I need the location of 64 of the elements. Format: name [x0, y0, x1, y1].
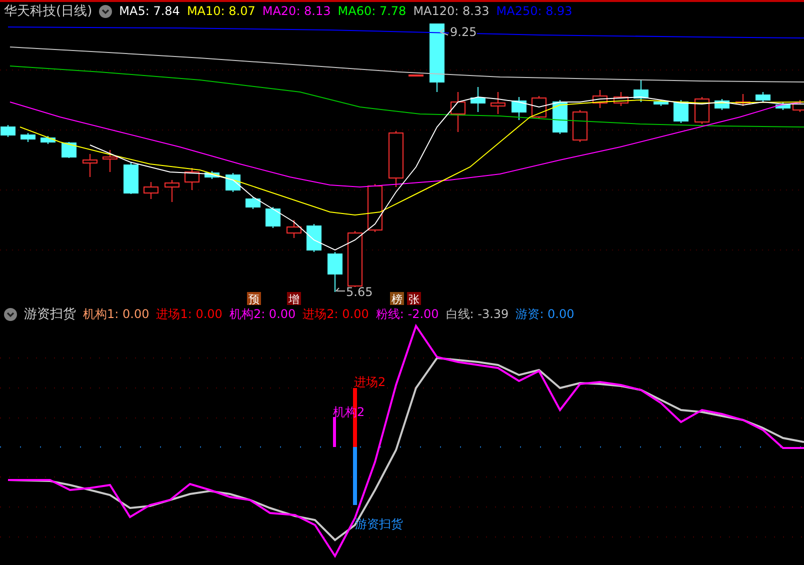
signal-tag: 预	[247, 292, 261, 305]
chart-label: 游资扫货	[355, 517, 403, 531]
ma-value: MA250: 8.93	[496, 4, 572, 18]
signal-tag: 榜	[390, 292, 404, 305]
candlestick	[102, 150, 118, 172]
indicator-value: 游资: 0.00	[516, 306, 574, 322]
indicator-title: 游资扫货	[24, 306, 76, 323]
stock-title: 华天科技(日线)	[4, 3, 92, 20]
candlestick	[40, 136, 56, 144]
candlestick	[328, 252, 342, 292]
candlestick	[348, 230, 362, 288]
candlestick	[0, 124, 16, 138]
candlestick	[694, 96, 710, 124]
candlestick	[450, 92, 466, 132]
candlestick	[266, 206, 280, 228]
candlestick	[368, 184, 382, 232]
indicator-value: 白线: -3.39	[446, 306, 509, 322]
candlestick	[572, 110, 588, 142]
signal-tag: 增	[287, 292, 301, 305]
candlestick	[674, 100, 688, 124]
candlestick	[634, 80, 648, 102]
chart-label: 进场2	[354, 375, 386, 389]
ma-value: MA20: 8.13	[262, 4, 331, 18]
candlestick	[776, 102, 790, 110]
dropdown-icon[interactable]	[99, 4, 112, 18]
candlestick	[204, 170, 220, 180]
candlestick	[654, 100, 668, 106]
candlestick	[490, 92, 506, 114]
candlestick	[756, 92, 770, 102]
dropdown-icon[interactable]	[4, 308, 17, 320]
signal-bar	[333, 417, 336, 447]
candlestick	[82, 154, 98, 178]
candlestick	[286, 220, 302, 238]
candlestick	[430, 24, 444, 92]
indicator-value: 机构1: 0.00	[83, 306, 150, 322]
candlestick	[124, 162, 138, 194]
candlestick	[592, 90, 608, 108]
candlestick	[532, 96, 546, 120]
candlestick	[20, 132, 36, 142]
indicator-value: 机构2: 0.00	[229, 306, 296, 322]
candlestick	[736, 94, 750, 106]
signal-tag: 张	[407, 292, 421, 305]
low-price-label: 5.65	[336, 285, 373, 299]
candlestick	[246, 196, 260, 210]
high-price-label: 9.25	[440, 25, 477, 39]
candlestick	[306, 224, 322, 252]
ma-value: MA10: 8.07	[186, 4, 256, 18]
ma-value: MA60: 7.78	[338, 4, 406, 18]
candlestick	[164, 180, 180, 202]
candlestick	[184, 168, 200, 190]
candlestick	[512, 96, 526, 120]
candlestick	[62, 142, 76, 158]
candlestick	[614, 92, 628, 106]
candlestick	[714, 98, 730, 110]
indicator-value: 进场2: 0.00	[302, 306, 369, 322]
indicator-value: 粉线: -2.00	[376, 306, 439, 322]
ma-value: MA5: 7.84	[119, 4, 180, 18]
candlestick	[552, 100, 568, 134]
candlestick	[408, 74, 424, 76]
candlestick	[388, 130, 404, 188]
candlestick	[470, 86, 486, 112]
candlestick	[144, 182, 158, 200]
indicator-value: 进场1: 0.00	[156, 306, 222, 322]
ma-value: MA120: 8.33	[413, 4, 490, 18]
